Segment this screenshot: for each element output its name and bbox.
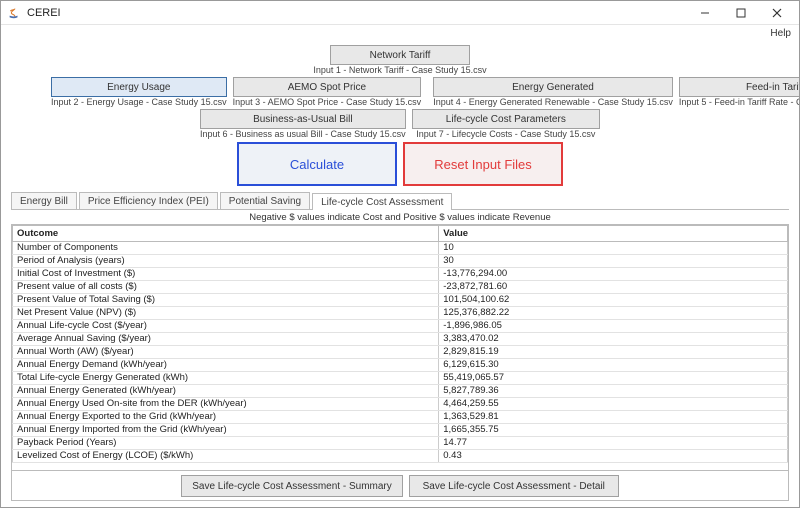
- value-cell: 4,464,259.55: [439, 398, 788, 411]
- outcome-cell: Annual Energy Generated (kWh/year): [13, 385, 439, 398]
- table-row[interactable]: Present value of all costs ($)-23,872,78…: [13, 281, 788, 294]
- col-header-outcome[interactable]: Outcome: [13, 226, 439, 242]
- menubar: Help: [1, 25, 799, 41]
- table-row[interactable]: Annual Energy Imported from the Grid (kW…: [13, 424, 788, 437]
- table-row[interactable]: Annual Energy Exported to the Grid (kWh/…: [13, 411, 788, 424]
- input-row-2: Energy Usage Input 2 - Energy Usage - Ca…: [51, 77, 749, 107]
- value-cell: 0.43: [439, 450, 788, 463]
- value-cell: 10: [439, 242, 788, 255]
- save-button-row: Save Life-cycle Cost Assessment - Summar…: [11, 471, 789, 501]
- outcome-cell: Annual Energy Exported to the Grid (kWh/…: [13, 411, 439, 424]
- outcome-cell: Payback Period (Years): [13, 437, 439, 450]
- value-cell: -1,896,986.05: [439, 320, 788, 333]
- results-table: Outcome Value Number of Components10Peri…: [12, 225, 788, 463]
- value-cell: -23,872,781.60: [439, 281, 788, 294]
- window-title: CEREI: [27, 7, 61, 19]
- tab-energy-bill[interactable]: Energy Bill: [11, 192, 77, 209]
- java-cup-icon: [7, 6, 21, 20]
- value-cell: 5,827,789.36: [439, 385, 788, 398]
- table-row[interactable]: Period of Analysis (years)30: [13, 255, 788, 268]
- table-row[interactable]: Annual Life-cycle Cost ($/year)-1,896,98…: [13, 320, 788, 333]
- tab-pei[interactable]: Price Efficiency Index (PEI): [79, 192, 218, 209]
- outcome-cell: Total Life-cycle Energy Generated (kWh): [13, 372, 439, 385]
- save-detail-button[interactable]: Save Life-cycle Cost Assessment - Detail: [409, 475, 619, 497]
- value-cell: 2,829,815.19: [439, 346, 788, 359]
- outcome-cell: Initial Cost of Investment ($): [13, 268, 439, 281]
- value-cell: 55,419,065.57: [439, 372, 788, 385]
- value-cell: 3,383,470.02: [439, 333, 788, 346]
- action-buttons: Calculate Reset Input Files: [11, 142, 789, 186]
- results-table-wrap: Outcome Value Number of Components10Peri…: [11, 225, 789, 471]
- outcome-cell: Annual Life-cycle Cost ($/year): [13, 320, 439, 333]
- bau-bill-button[interactable]: Business-as-Usual Bill: [200, 109, 406, 129]
- network-tariff-button[interactable]: Network Tariff: [330, 45, 470, 65]
- aemo-spot-price-caption: Input 3 - AEMO Spot Price - Case Study 1…: [233, 97, 422, 107]
- energy-generated-caption: Input 4 - Energy Generated Renewable - C…: [433, 97, 673, 107]
- col-header-value[interactable]: Value: [439, 226, 788, 242]
- table-row[interactable]: Average Annual Saving ($/year)3,383,470.…: [13, 333, 788, 346]
- outcome-cell: Net Present Value (NPV) ($): [13, 307, 439, 320]
- value-cell: 1,665,355.75: [439, 424, 788, 437]
- tab-strip: Energy Bill Price Efficiency Index (PEI)…: [11, 192, 789, 210]
- titlebar: CEREI: [1, 1, 799, 25]
- table-row[interactable]: Present Value of Total Saving ($)101,504…: [13, 294, 788, 307]
- network-tariff-caption: Input 1 - Network Tariff - Case Study 15…: [11, 65, 789, 75]
- table-row[interactable]: Net Present Value (NPV) ($)125,376,882.2…: [13, 307, 788, 320]
- feed-in-tariff-button[interactable]: Feed-in Tariff: [679, 77, 799, 97]
- close-button[interactable]: [759, 3, 795, 23]
- calculate-button[interactable]: Calculate: [237, 142, 397, 186]
- value-cell: 30: [439, 255, 788, 268]
- energy-generated-button[interactable]: Energy Generated: [433, 77, 673, 97]
- table-row[interactable]: Annual Worth (AW) ($/year)2,829,815.19: [13, 346, 788, 359]
- outcome-cell: Levelized Cost of Energy (LCOE) ($/kWh): [13, 450, 439, 463]
- table-row[interactable]: Initial Cost of Investment ($)-13,776,29…: [13, 268, 788, 281]
- minimize-button[interactable]: [687, 3, 723, 23]
- app-window: CEREI Help Network Tariff Input 1 - Netw…: [0, 0, 800, 508]
- table-row[interactable]: Levelized Cost of Energy (LCOE) ($/kWh)0…: [13, 450, 788, 463]
- outcome-cell: Annual Energy Demand (kWh/year): [13, 359, 439, 372]
- table-row[interactable]: Payback Period (Years)14.77: [13, 437, 788, 450]
- value-cell: 1,363,529.81: [439, 411, 788, 424]
- outcome-cell: Present value of all costs ($): [13, 281, 439, 294]
- value-cell: 125,376,882.22: [439, 307, 788, 320]
- tab-lcc-assessment[interactable]: Life-cycle Cost Assessment: [312, 193, 452, 210]
- lcc-params-button[interactable]: Life-cycle Cost Parameters: [412, 109, 600, 129]
- input-row-3: Business-as-Usual Bill Input 6 - Busines…: [200, 109, 600, 139]
- content-area: Network Tariff Input 1 - Network Tariff …: [1, 41, 799, 507]
- value-cell: 101,504,100.62: [439, 294, 788, 307]
- lcc-params-caption: Input 7 - Lifecycle Costs - Case Study 1…: [412, 129, 600, 139]
- save-summary-button[interactable]: Save Life-cycle Cost Assessment - Summar…: [181, 475, 403, 497]
- value-cell: 14.77: [439, 437, 788, 450]
- outcome-cell: Annual Energy Imported from the Grid (kW…: [13, 424, 439, 437]
- menu-help[interactable]: Help: [770, 28, 791, 39]
- value-sign-note: Negative $ values indicate Cost and Posi…: [11, 210, 789, 225]
- feed-in-tariff-caption: Input 5 - Feed-in Tariff Rate - Case Stu…: [679, 97, 799, 107]
- outcome-cell: Annual Worth (AW) ($/year): [13, 346, 439, 359]
- table-row[interactable]: Total Life-cycle Energy Generated (kWh)5…: [13, 372, 788, 385]
- outcome-cell: Period of Analysis (years): [13, 255, 439, 268]
- table-row[interactable]: Annual Energy Used On-site from the DER …: [13, 398, 788, 411]
- outcome-cell: Present Value of Total Saving ($): [13, 294, 439, 307]
- table-row[interactable]: Annual Energy Demand (kWh/year)6,129,615…: [13, 359, 788, 372]
- tab-potential-saving[interactable]: Potential Saving: [220, 192, 310, 209]
- outcome-cell: Average Annual Saving ($/year): [13, 333, 439, 346]
- energy-usage-caption: Input 2 - Energy Usage - Case Study 15.c…: [51, 97, 227, 107]
- outcome-cell: Annual Energy Used On-site from the DER …: [13, 398, 439, 411]
- energy-usage-button[interactable]: Energy Usage: [51, 77, 227, 97]
- reset-button[interactable]: Reset Input Files: [403, 142, 563, 186]
- value-cell: -13,776,294.00: [439, 268, 788, 281]
- value-cell: 6,129,615.30: [439, 359, 788, 372]
- table-row[interactable]: Annual Energy Generated (kWh/year)5,827,…: [13, 385, 788, 398]
- table-row[interactable]: Number of Components10: [13, 242, 788, 255]
- outcome-cell: Number of Components: [13, 242, 439, 255]
- maximize-button[interactable]: [723, 3, 759, 23]
- aemo-spot-price-button[interactable]: AEMO Spot Price: [233, 77, 422, 97]
- bau-bill-caption: Input 6 - Business as usual Bill - Case …: [200, 129, 406, 139]
